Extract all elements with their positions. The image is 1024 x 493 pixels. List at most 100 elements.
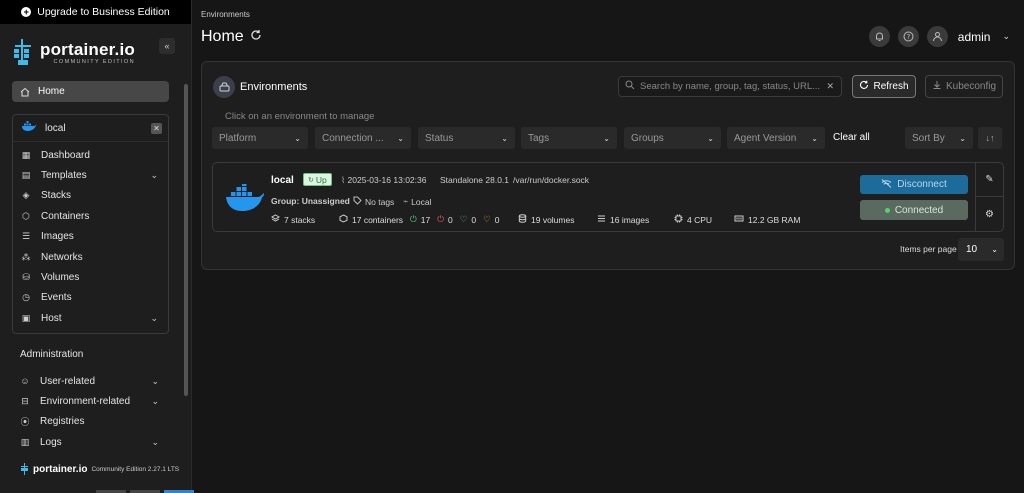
administration-menu: ☺ User-related ⌄ ⊟ Environment-related ⌄ ⦿ Regi… xyxy=(12,371,169,453)
containers-icon: ⬡ xyxy=(22,210,30,221)
status-text: Up xyxy=(315,174,327,185)
download-icon xyxy=(932,80,942,93)
registries-icon: ⦿ xyxy=(20,417,30,428)
sidebar-item-dashboard[interactable]: ▦ Dashboard xyxy=(13,145,168,165)
sidebar-item-stacks[interactable]: ◈ Stacks xyxy=(13,186,168,206)
page-title: Home xyxy=(201,28,262,46)
clear-all-button[interactable]: Clear all xyxy=(833,132,870,143)
local-icon: ⌁ xyxy=(403,196,409,206)
tag-icon xyxy=(353,196,362,207)
search-icon xyxy=(625,80,635,93)
sidebar-item-events[interactable]: ◷ Events xyxy=(13,288,168,308)
sidebar: + Upgrade to Business Edition portainer.… xyxy=(0,0,192,493)
healthy-count: 0 xyxy=(471,214,477,225)
volumes-stat: 19 volumes xyxy=(518,214,574,225)
sidebar-item-home[interactable]: Home xyxy=(12,81,169,102)
chevron-down-icon: ⌄ xyxy=(811,133,818,143)
double-chevron-left-icon: « xyxy=(164,41,170,51)
username[interactable]: admin xyxy=(958,30,991,44)
footer-edition: Community Edition 2.27.1 LTS xyxy=(91,465,180,473)
chevron-down-icon: ⌄ xyxy=(991,245,998,254)
stat-text: 4 CPU xyxy=(687,214,713,225)
sidebar-item-registries[interactable]: ⦿ Registries xyxy=(12,412,169,432)
collapse-sidebar-button[interactable]: « xyxy=(159,38,175,54)
upgrade-label: Upgrade to Business Edition xyxy=(37,6,170,18)
list-icon xyxy=(597,214,606,225)
docker-icon xyxy=(21,121,37,135)
gear-icon: ⚙ xyxy=(985,208,994,220)
filter-label: Agent Version xyxy=(734,132,797,144)
items-per-page-label: Items per page xyxy=(900,244,957,254)
sidebar-item-user-related[interactable]: ☺ User-related ⌄ xyxy=(12,371,169,391)
sidebar-item-label: User-related xyxy=(40,375,96,387)
filter-label: Tags xyxy=(528,132,550,144)
sidebar-item-logs[interactable]: ▥ Logs ⌄ xyxy=(12,432,169,452)
platform-filter[interactable]: Platform ⌄ xyxy=(212,127,308,149)
environment-name: local xyxy=(45,122,66,134)
filter-label: Sort By xyxy=(912,132,945,144)
agent-version-filter[interactable]: Agent Version ⌄ xyxy=(727,127,825,149)
close-environment-button[interactable]: ✕ xyxy=(151,123,162,134)
chevron-down-icon: ⌄ xyxy=(294,133,301,143)
images-icon: ☰ xyxy=(21,231,31,242)
cpu-icon xyxy=(674,214,683,225)
breadcrumb[interactable]: Environments xyxy=(201,10,250,19)
sidebar-item-label: Networks xyxy=(41,251,83,263)
running-count: 17 xyxy=(420,214,431,225)
sort-by-select[interactable]: Sort By ⌄ xyxy=(905,127,973,149)
disconnect-button[interactable]: Disconnect xyxy=(860,175,968,194)
footer-brand: portainer.io xyxy=(33,463,88,475)
connection-filter[interactable]: Connection ... ⌄ xyxy=(315,127,411,149)
sort-direction-button[interactable]: ↓↑ xyxy=(978,127,1002,149)
kubeconfig-button[interactable]: Kubeconfig xyxy=(925,75,1003,98)
logo[interactable]: portainer.io COMMUNITY EDITION « xyxy=(12,36,175,68)
sidebar-item-templates[interactable]: ▤ Templates ⌄ xyxy=(13,165,168,185)
help-icon[interactable]: ? xyxy=(897,26,919,47)
environment-nav: local ✕ ▦ Dashboard ▤ Templates ⌄ ◈ Stacks ⬡ Con… xyxy=(12,114,169,334)
items-per-page-select[interactable]: 10 ⌄ xyxy=(958,238,1004,261)
database-icon xyxy=(518,214,527,225)
chevron-down-icon: ⌄ xyxy=(707,133,714,143)
sidebar-item-volumes[interactable]: ⛁ Volumes xyxy=(13,267,168,287)
filter-label: Groups xyxy=(631,132,664,144)
logo-title: portainer.io xyxy=(40,39,135,59)
groups-filter[interactable]: Groups ⌄ xyxy=(624,127,721,149)
chevron-down-icon[interactable]: ⌄ xyxy=(1002,31,1010,42)
engine-type: Standalone 28.0.1 xyxy=(440,175,510,185)
search-input[interactable]: Search by name, group, tag, status, URL.… xyxy=(618,76,842,97)
sidebar-item-images[interactable]: ☰ Images xyxy=(13,227,168,247)
chevron-down-icon: ⌄ xyxy=(397,133,404,143)
environment-settings-button[interactable]: ⚙ xyxy=(976,197,1003,231)
sidebar-item-networks[interactable]: ⁂ Networks xyxy=(13,247,168,267)
stat-text: 16 images xyxy=(610,214,650,225)
chevron-down-icon: ⌄ xyxy=(151,375,159,386)
sidebar-item-environment-related[interactable]: ⊟ Environment-related ⌄ xyxy=(12,391,169,411)
sidebar-scrollbar[interactable] xyxy=(184,84,188,396)
user-avatar-icon[interactable] xyxy=(926,26,948,47)
status-filter[interactable]: Status ⌄ xyxy=(418,127,515,149)
sort-arrows-icon: ↓↑ xyxy=(985,133,995,143)
tags-filter[interactable]: Tags ⌄ xyxy=(521,127,617,149)
users-icon: ☺ xyxy=(20,376,30,387)
heart-healthy-icon: ♡ xyxy=(459,214,468,224)
search-placeholder: Search by name, group, tag, status, URL.… xyxy=(640,81,821,92)
edit-environment-button[interactable]: ✎ xyxy=(976,163,1003,197)
sidebar-item-label: Templates xyxy=(41,170,87,182)
environment-card[interactable]: local ↻ Up ⌇ 2025-03-16 13:02:36 Standal… xyxy=(212,162,1004,232)
connected-status-button[interactable]: Connected xyxy=(860,200,968,220)
connected-label: Connected xyxy=(894,204,944,216)
tags-label: No tags xyxy=(353,196,394,207)
refresh-button[interactable]: Refresh xyxy=(852,75,916,98)
filter-label: Status xyxy=(425,132,454,144)
sidebar-item-host[interactable]: ▣ Host ⌄ xyxy=(13,308,168,328)
chevron-down-icon: ⌄ xyxy=(501,133,508,143)
sidebar-item-label: Events xyxy=(41,292,72,304)
upgrade-banner[interactable]: + Upgrade to Business Edition xyxy=(0,0,191,24)
refresh-icon[interactable] xyxy=(250,28,262,46)
last-check-time: ⌇ 2025-03-16 13:02:36 xyxy=(341,175,426,186)
clear-search-icon[interactable]: ✕ xyxy=(826,81,834,92)
location-label: ⌁ Local xyxy=(403,196,431,207)
pencil-icon: ✎ xyxy=(985,174,994,185)
sidebar-item-containers[interactable]: ⬡ Containers xyxy=(13,206,168,226)
notifications-bell-icon[interactable] xyxy=(868,26,890,47)
